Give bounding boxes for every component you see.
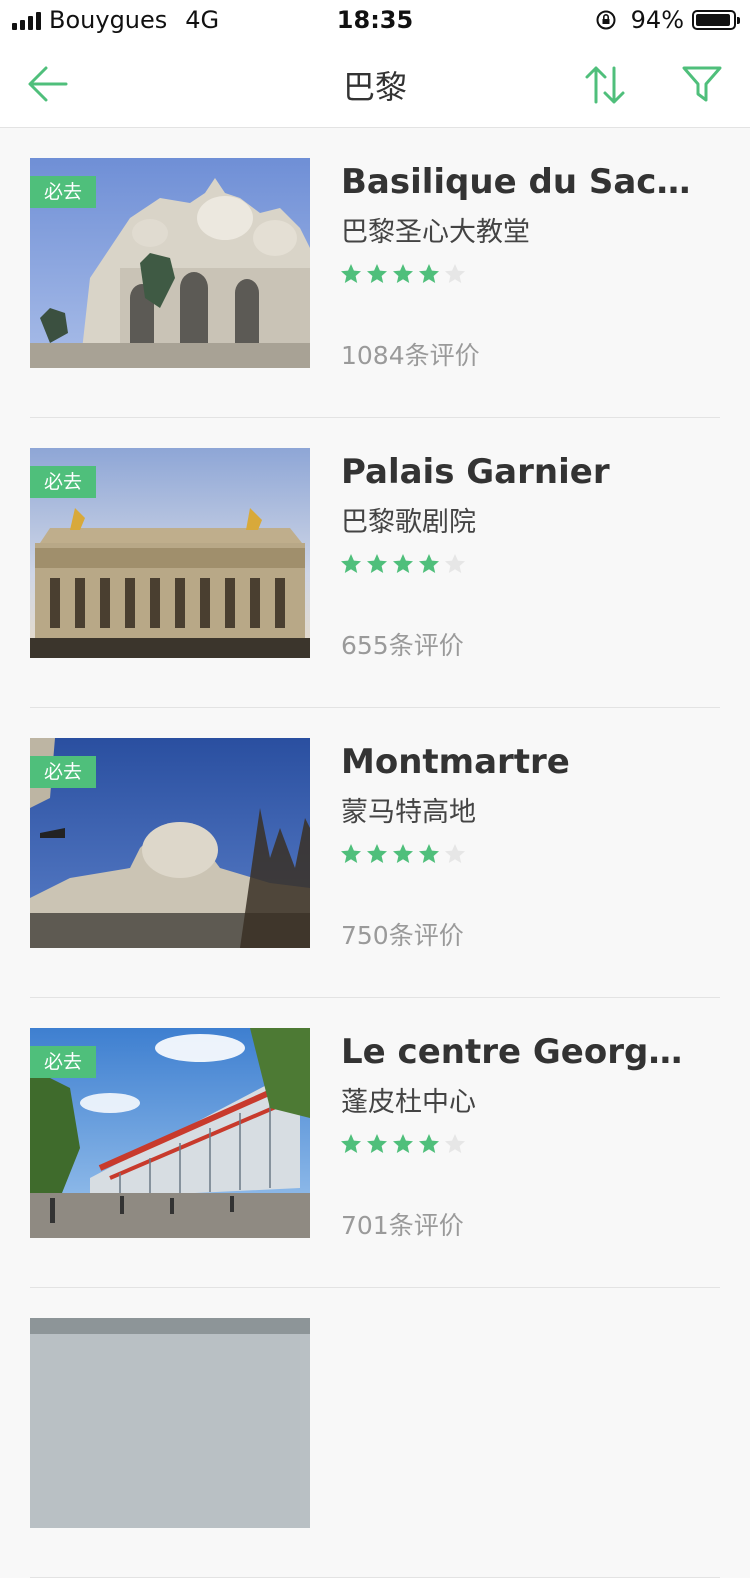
poi-photo: 必去 [30,448,310,658]
rating-stars [339,1132,467,1156]
must-visit-badge: 必去 [30,756,96,788]
status-bar: Bouygues 4G 18:35 94% [0,0,750,40]
battery-fill [696,14,730,26]
star-filled-icon [367,844,387,863]
rating-stars [339,552,467,576]
poi-name[interactable]: Le centre Georges P… [341,1032,691,1072]
star-filled-icon [393,554,413,573]
list-item[interactable] [0,1288,750,1578]
list-item[interactable]: 必去 Basilique du Sacré… 巴黎圣心大教堂 1084条评价 [0,128,750,418]
star-filled-icon [393,1134,413,1153]
poi-photo: 必去 [30,158,310,368]
star-empty-icon [445,1134,465,1153]
poi-photo [30,1318,310,1528]
battery-percent: 94% [630,6,684,34]
star-filled-icon [367,1134,387,1153]
filter-icon[interactable] [680,62,724,106]
must-visit-badge: 必去 [30,176,96,208]
star-empty-icon [445,264,465,283]
page-title: 巴黎 [342,68,407,106]
star-filled-icon [341,844,361,863]
poi-list: 必去 Basilique du Sacré… 巴黎圣心大教堂 1084条评价 [0,128,750,1578]
poi-subname: 蒙马特高地 [341,797,476,828]
star-empty-icon [445,554,465,573]
star-filled-icon [393,264,413,283]
sort-icon[interactable] [582,62,628,108]
rating-stars [339,262,467,286]
star-empty-icon [445,844,465,863]
review-count: 655条评价 [341,631,464,660]
status-right: 94% [595,6,740,34]
star-filled-icon [419,554,439,573]
star-filled-icon [419,1134,439,1153]
poi-photo: 必去 [30,1028,310,1238]
must-visit-badge: 必去 [30,466,96,498]
poi-subname: 巴黎圣心大教堂 [341,217,530,248]
star-filled-icon [419,844,439,863]
poi-name[interactable]: Basilique du Sacré… [341,162,691,202]
review-count: 701条评价 [341,1211,464,1240]
poi-photo: 必去 [30,738,310,948]
star-filled-icon [393,844,413,863]
poi-subname: 巴黎歌剧院 [341,507,476,538]
rotation-lock-icon [596,10,616,30]
review-count: 1084条评价 [341,341,480,370]
poi-name[interactable]: Palais Garnier [341,452,691,492]
star-filled-icon [367,554,387,573]
list-item[interactable]: 必去 Montmartre 蒙马特高地 750条评价 [0,708,750,998]
battery-icon [692,10,740,30]
star-filled-icon [341,554,361,573]
star-filled-icon [341,264,361,283]
list-item[interactable]: 必去 Le centre Georges P… 蓬皮杜中心 701条评价 [0,998,750,1288]
star-filled-icon [419,264,439,283]
poi-name[interactable]: Montmartre [341,742,691,782]
must-visit-badge: 必去 [30,1046,96,1078]
rating-stars [339,842,467,866]
poi-subname: 蓬皮杜中心 [341,1087,476,1118]
list-item[interactable]: 必去 Palais Garnier 巴黎歌剧院 655条评价 [0,418,750,708]
review-count: 750条评价 [341,921,464,950]
nav-bar: 巴黎 [0,40,750,128]
star-filled-icon [367,264,387,283]
star-filled-icon [341,1134,361,1153]
